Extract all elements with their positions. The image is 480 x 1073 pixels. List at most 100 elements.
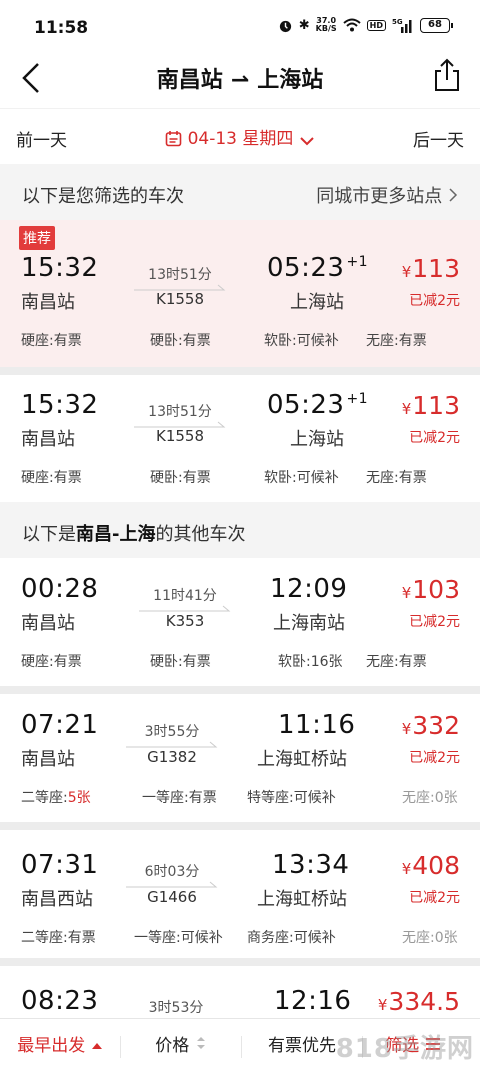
seat-info: 无座:0张 <box>402 790 458 806</box>
arrival-time: 12:16 <box>274 986 352 1016</box>
more-stations-label: 同城市更多站点 <box>316 186 443 207</box>
chevron-down-icon <box>300 137 314 146</box>
date-picker[interactable]: 04-13 星期四 <box>0 124 480 149</box>
seat-info: 一等座:可候补 <box>134 930 223 946</box>
train-card[interactable]: 07:21 南昌站 3时55分 G1382 11:16 上海虹桥站 ¥332 已… <box>0 694 480 822</box>
status-time: 11:58 <box>34 18 89 38</box>
sort-earliest-tab[interactable]: 最早出发 <box>0 1019 120 1073</box>
svg-text:5G: 5G <box>392 18 403 26</box>
train-card[interactable]: 推荐 15:32 南昌站 13时51分 K1558 05:23 +1 上海站 ¥1… <box>0 220 480 367</box>
selected-date: 04-13 星期四 <box>187 129 294 149</box>
arrival-time: 05:23 +1 <box>267 390 369 420</box>
filtered-trains-header: 以下是您筛选的车次 同城市更多站点 <box>0 164 480 220</box>
signal-icon: 5G <box>392 18 412 33</box>
departure-time: 08:23 <box>21 986 99 1016</box>
discount-label: 已减2元 <box>409 750 460 766</box>
arrival-station: 上海站 <box>290 292 344 313</box>
other-trains-header: 以下是南昌-上海的其他车次 <box>0 502 480 558</box>
departure-time: 07:31 <box>21 850 99 880</box>
duration: 6时03分 <box>144 864 200 880</box>
status-icons: ✱ 37.0 KB/S HD 5G 68 <box>278 16 453 33</box>
to-station: 上海站 <box>257 68 324 93</box>
duration: 11时41分 <box>153 588 217 604</box>
seat-info: 硬座:有票 <box>21 333 82 349</box>
sort-price-tab[interactable]: 价格 <box>121 1019 241 1073</box>
duration-arrow-icon <box>126 881 218 888</box>
hd-icon: HD <box>366 19 386 31</box>
discount-label: 已减2元 <box>409 890 460 906</box>
wifi-icon <box>342 18 361 32</box>
status-bar: 11:58 ✱ 37.0 KB/S HD 5G 68 <box>0 0 480 56</box>
duration: 3时53分 <box>148 1000 204 1016</box>
calendar-icon <box>165 131 182 147</box>
seat-info: 无座:0张 <box>402 930 458 946</box>
seat-info: 硬座:有票 <box>21 470 82 486</box>
train-card[interactable]: 00:28 南昌站 11时41分 K353 12:09 上海南站 ¥103 已减… <box>0 558 480 686</box>
from-station: 南昌站 <box>156 68 223 93</box>
arrival-station: 上海虹桥站 <box>257 749 347 770</box>
departure-time: 15:32 <box>21 253 99 283</box>
train-number: K1558 <box>155 290 204 308</box>
sort-price-label: 价格 <box>155 1036 190 1056</box>
date-bar: 前一天 04-13 星期四 后一天 <box>0 108 480 164</box>
arrival-time: 05:23 +1 <box>267 253 369 283</box>
next-day-marker: +1 <box>346 254 369 270</box>
seat-info: 二等座:有票 <box>21 930 96 946</box>
share-button[interactable] <box>430 56 464 94</box>
seat-info: 无座:有票 <box>366 470 427 486</box>
arrival-time: 13:34 <box>272 850 350 880</box>
arrival-station: 上海南站 <box>273 613 345 634</box>
duration-arrow-icon <box>126 741 218 748</box>
price: ¥332 <box>401 711 460 740</box>
departure-time: 00:28 <box>21 574 99 604</box>
share-icon <box>435 58 459 91</box>
price: ¥113 <box>401 391 460 420</box>
chevron-right-icon <box>449 188 458 202</box>
train-number: K1558 <box>155 427 204 445</box>
route-title: 南昌站 ⇀ 上海站 <box>0 62 480 94</box>
seat-info: 硬卧:有票 <box>150 470 211 486</box>
price: ¥334.5 <box>377 987 460 1016</box>
bluetooth-icon: ✱ <box>298 17 310 33</box>
seat-info: 二等座:5张 <box>21 790 91 806</box>
departure-time: 15:32 <box>21 390 99 420</box>
recommend-badge: 推荐 <box>19 226 55 250</box>
seat-info: 商务座:可候补 <box>247 930 336 946</box>
duration: 3时55分 <box>144 724 200 740</box>
seat-info: 特等座:可候补 <box>247 790 336 806</box>
departure-station: 南昌西站 <box>21 889 93 910</box>
seat-info: 硬卧:有票 <box>150 654 211 670</box>
train-number: G1382 <box>147 748 197 766</box>
train-card[interactable]: 08:23 3时53分 12:16 ¥334.5 <box>0 966 480 1026</box>
sort-earliest-label: 最早出发 <box>17 1036 86 1056</box>
seat-info: 软卧:16张 <box>278 654 343 670</box>
duration: 13时51分 <box>148 404 212 420</box>
discount-label: 已减2元 <box>409 293 460 309</box>
departure-station: 南昌站 <box>21 749 75 770</box>
price: ¥103 <box>401 575 460 604</box>
battery-icon: 68 <box>420 17 453 33</box>
network-speed: 37.0 KB/S <box>315 16 337 33</box>
departure-time: 07:21 <box>21 710 99 740</box>
seat-info: 无座:有票 <box>366 333 427 349</box>
watermark: 818手游网 <box>335 1034 474 1064</box>
next-day-button[interactable]: 后一天 <box>413 126 464 151</box>
train-card[interactable]: 07:31 南昌西站 6时03分 G1466 13:34 上海虹桥站 ¥408 … <box>0 830 480 958</box>
departure-station: 南昌站 <box>21 429 75 450</box>
discount-label: 已减2元 <box>409 430 460 446</box>
arrival-station: 上海站 <box>290 429 344 450</box>
arrival-station: 上海虹桥站 <box>257 889 347 910</box>
next-day-marker: +1 <box>346 391 369 407</box>
filtered-label: 以下是您筛选的车次 <box>22 186 184 207</box>
train-number: K353 <box>165 612 205 630</box>
departure-station: 南昌站 <box>21 292 75 313</box>
arrival-time: 11:16 <box>278 710 356 740</box>
seat-info: 一等座:有票 <box>142 790 217 806</box>
seat-info: 硬卧:有票 <box>150 333 211 349</box>
more-stations-link[interactable]: 同城市更多站点 <box>316 182 458 208</box>
route-arrow-icon: ⇀ <box>230 68 250 93</box>
train-card[interactable]: 15:32 南昌站 13时51分 K1558 05:23 +1 上海站 ¥113 … <box>0 375 480 502</box>
alarm-icon <box>279 20 291 32</box>
seat-info: 硬座:有票 <box>21 654 82 670</box>
train-number: G1466 <box>147 888 197 906</box>
